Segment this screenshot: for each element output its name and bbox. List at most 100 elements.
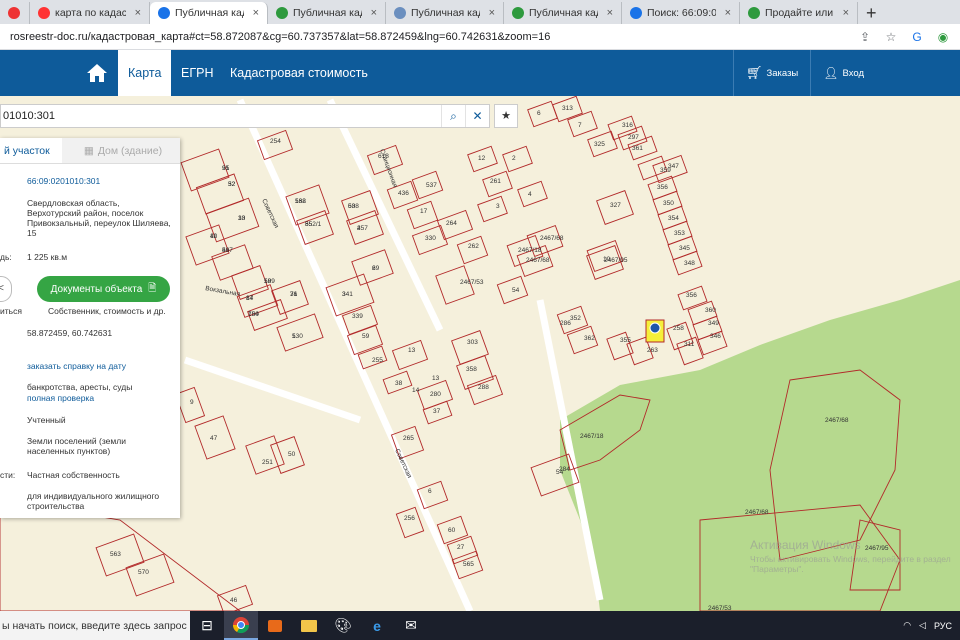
tab-close-icon[interactable]: × (253, 7, 259, 19)
browser-tab[interactable]: Публичная кадаст × (150, 2, 268, 24)
media-player-icon[interactable] (258, 611, 292, 640)
browser-tab[interactable]: карта по кадастро × (30, 2, 150, 24)
search-icon[interactable]: ⌕ (441, 105, 465, 127)
file-explorer-icon[interactable] (292, 611, 326, 640)
cadastral-parcel[interactable] (125, 553, 175, 597)
search-input[interactable]: 01010:301 (1, 110, 441, 122)
parcel-number-label: 565 (463, 561, 474, 568)
clear-icon[interactable]: ✕ (465, 105, 489, 127)
internet-explorer-icon[interactable]: e (360, 611, 394, 640)
tab-close-icon[interactable]: × (489, 7, 495, 19)
tab-close-icon[interactable]: × (607, 7, 613, 19)
nav-cadastral-value[interactable]: Кадастровая стоимость (220, 50, 378, 96)
parcel-number-label: 5 (292, 333, 296, 340)
parcel-number-label: 47 (210, 435, 218, 442)
bookmark-star-icon[interactable]: ☆ (884, 30, 898, 44)
parcel-number-label: 9 (190, 399, 194, 406)
search-bar[interactable]: 01010:301 ⌕ ✕ (0, 104, 490, 128)
cadastral-parcel[interactable] (245, 435, 285, 475)
parcel-number-label: 2467/68 (526, 257, 550, 264)
tab-close-icon[interactable]: × (371, 7, 377, 19)
object-documents-button[interactable]: Документы объекта 🗎︎ (37, 276, 170, 302)
share-label: иться (0, 306, 22, 316)
tab-close-icon[interactable]: × (135, 7, 141, 19)
translate-icon[interactable]: G (910, 30, 924, 44)
tab-label: Продайте или сда (765, 7, 834, 19)
tab-favicon-icon (8, 7, 20, 19)
extension-icon[interactable]: ◉ (936, 30, 950, 44)
keyboard-language[interactable]: РУС (934, 621, 952, 631)
street-name-label: Советская (260, 198, 280, 230)
parcel-number-label: 552/1 (305, 221, 322, 228)
browser-tab[interactable]: е× (0, 2, 30, 24)
browser-tab[interactable]: Публичная кадаст × (268, 2, 386, 24)
parcel-number-label: 2467/68 (540, 235, 564, 242)
cadastral-parcel[interactable] (502, 145, 533, 173)
parcel-number-label: 352 (570, 315, 581, 322)
site-header: Карта ЕГРН Кадастровая стоимость 🛒︎ Зака… (0, 50, 960, 96)
ownership-value: Частная собственность (27, 470, 120, 480)
cadastral-parcel[interactable] (195, 173, 245, 215)
tab-parcel[interactable]: й участок (0, 138, 62, 163)
parcel-number-label: 2467/53 (460, 279, 484, 286)
home-icon[interactable] (82, 50, 112, 96)
nav-map[interactable]: Карта (118, 50, 172, 96)
task-view-icon[interactable]: ⊟ (190, 611, 224, 640)
parcel-number-label: 330 (425, 235, 436, 242)
parcel-number-label: 297 (628, 134, 639, 141)
tab-close-icon[interactable]: × (725, 7, 731, 19)
cadastral-parcel[interactable] (517, 180, 548, 208)
browser-tab[interactable]: Поиск: 66:09:0201010 × (622, 2, 740, 24)
cadastral-parcel[interactable] (451, 330, 489, 365)
cadastral-parcel[interactable] (406, 200, 439, 230)
cadastral-parcel[interactable] (391, 339, 429, 371)
parcel-number-label: 38 (395, 380, 403, 387)
cadastral-parcel[interactable] (346, 324, 384, 356)
parcel-number-label: 353 (674, 230, 685, 237)
parcel-number-label: 31 (290, 291, 298, 298)
network-icon[interactable]: ◠ (903, 620, 911, 631)
cadastral-parcel[interactable] (567, 110, 598, 138)
browser-tab[interactable]: Публичная кадаст × (504, 2, 622, 24)
tab-label: Поиск: 66:09:0201010 (647, 7, 716, 19)
cadastral-number[interactable]: 66:09:0201010:301 (27, 176, 175, 186)
cadastral-parcel[interactable] (185, 224, 230, 266)
share-icon[interactable]: ⇪ (858, 30, 872, 44)
paint-icon[interactable]: 🎨︎ (326, 611, 360, 640)
area-label: дь: (0, 252, 12, 262)
parcel-number-label: 354 (668, 215, 679, 222)
tab-label: Публичная кадаст (411, 7, 480, 19)
tab-building[interactable]: ▦ Дом (здание) (62, 138, 180, 163)
cadastral-parcel[interactable] (477, 195, 508, 223)
share-button[interactable]: < (0, 276, 12, 302)
parcel-number-label: 18 (264, 278, 272, 285)
favorite-star-icon[interactable]: ★ (494, 104, 518, 128)
cadastral-parcel[interactable] (456, 235, 489, 265)
parcel-number-label: 2 (372, 265, 376, 272)
parcel-number-label: 100 (248, 311, 259, 318)
order-certificate-link[interactable]: заказать справку на дату (27, 361, 175, 371)
parcel-number-label: 537 (426, 182, 437, 189)
address-bar[interactable]: rosreestr-doc.ru/кадастровая_карта#ct=58… (0, 24, 960, 50)
volume-icon[interactable]: ◁ (919, 620, 926, 631)
chrome-icon[interactable] (224, 611, 258, 640)
login-button[interactable]: 👤︎ Вход (810, 50, 960, 96)
browser-tab[interactable]: Публичная кадаст × (386, 2, 504, 24)
cadastral-parcel[interactable] (395, 506, 425, 539)
app-icon[interactable]: ✉ (394, 611, 428, 640)
tab-close-icon[interactable]: × (843, 7, 849, 19)
forest-parcel-label: 54 (556, 469, 564, 476)
full-check-link[interactable]: полная проверка (27, 393, 175, 403)
nav-egrn[interactable]: ЕГРН (171, 50, 223, 96)
taskbar-search[interactable]: ы начать поиск, введите здесь запрос (0, 611, 190, 640)
browser-tab[interactable]: Продайте или сда × (740, 2, 858, 24)
tab-favicon-icon (748, 7, 760, 19)
parcel-number-label: 7 (578, 122, 582, 129)
url-text[interactable]: rosreestr-doc.ru/кадастровая_карта#ct=58… (0, 31, 858, 43)
cadastral-parcel[interactable] (341, 304, 379, 336)
orders-button[interactable]: 🛒︎ Заказы (733, 50, 810, 96)
new-tab-button[interactable]: + (858, 2, 885, 24)
parcel-number-label: 313 (562, 105, 573, 112)
parcel-number-label: 288 (478, 384, 489, 391)
docs-subtitle: Собственник, стоимость и др. (48, 306, 166, 316)
